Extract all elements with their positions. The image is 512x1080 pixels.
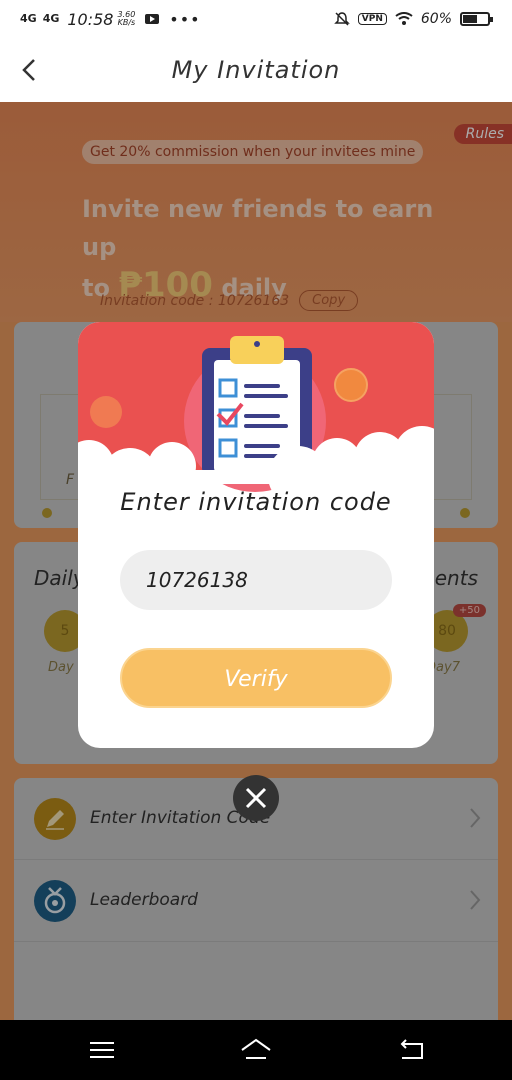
network-indicator-2: 4G bbox=[42, 12, 60, 25]
speed-unit: KB/s bbox=[117, 18, 136, 27]
verify-button[interactable]: Verify bbox=[120, 648, 392, 708]
decor-circle-right bbox=[334, 368, 368, 402]
cloud-base bbox=[78, 470, 434, 484]
youtube-icon bbox=[145, 14, 160, 24]
silent-icon bbox=[333, 12, 350, 26]
menu-icon[interactable] bbox=[86, 1036, 118, 1064]
status-right: VPN 60% bbox=[333, 0, 493, 38]
system-navigation-bar bbox=[0, 1020, 512, 1080]
close-dialog-button[interactable] bbox=[233, 775, 279, 821]
more-notifications-icon: ••• bbox=[169, 9, 201, 29]
top-nav: My Invitation bbox=[0, 38, 512, 102]
invitation-code-input[interactable] bbox=[120, 550, 392, 610]
battery-icon bbox=[460, 12, 493, 26]
vpn-badge: VPN bbox=[357, 13, 387, 25]
dialog-title: Enter invitation code bbox=[120, 488, 392, 516]
dialog-header-illustration bbox=[78, 322, 434, 506]
decor-circle-left bbox=[90, 396, 122, 428]
page-title: My Invitation bbox=[171, 56, 341, 84]
wifi-icon bbox=[395, 12, 413, 25]
invitation-code-dialog: Enter invitation code Verify bbox=[78, 322, 434, 748]
clock: 10:58 bbox=[67, 9, 114, 29]
status-bar: 4G 4G 10:58 3.60 KB/s ••• VPN 60% bbox=[0, 0, 512, 38]
close-icon bbox=[245, 787, 267, 809]
battery-percent: 60% bbox=[420, 11, 452, 27]
network-speed: 3.60 KB/s bbox=[117, 11, 135, 27]
home-icon[interactable] bbox=[240, 1036, 272, 1064]
back-icon[interactable] bbox=[396, 1036, 428, 1064]
network-indicator-1: 4G bbox=[20, 12, 37, 25]
